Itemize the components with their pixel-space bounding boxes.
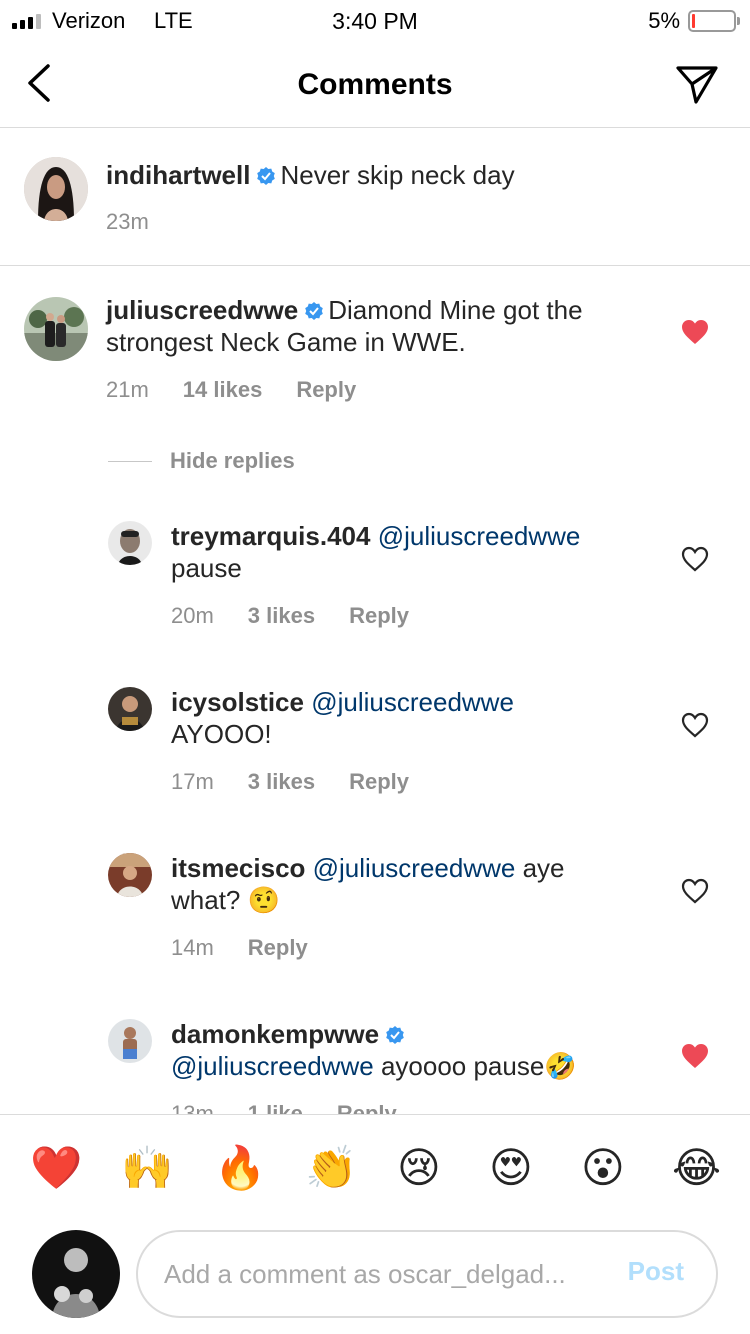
mention-link[interactable]: @juliuscreedwwe xyxy=(171,1051,374,1081)
timestamp: 23m xyxy=(106,209,149,234)
reply-button[interactable]: Reply xyxy=(248,935,308,961)
likes-count[interactable]: 3 likes xyxy=(248,603,315,629)
heart-filled-icon[interactable] xyxy=(681,1043,709,1069)
reply-body: ayoooo pause🤣 xyxy=(380,1051,577,1081)
reply-username[interactable]: treymarquis.404 xyxy=(171,521,370,551)
emoji-fire-button[interactable]: 🔥 xyxy=(214,1143,266,1193)
emoji-clap-button[interactable]: 👏 xyxy=(305,1143,357,1193)
caption-body: Never skip neck day xyxy=(280,160,515,190)
timestamp: 13m xyxy=(171,1101,214,1114)
avatar[interactable] xyxy=(108,1019,152,1063)
likes-count[interactable]: 1 like xyxy=(248,1101,303,1114)
emoji-surprised-button[interactable]: 😮 xyxy=(581,1143,625,1193)
avatar[interactable] xyxy=(108,521,152,565)
timestamp: 21m xyxy=(106,377,149,402)
avatar[interactable] xyxy=(108,687,152,731)
mention-link[interactable]: @juliuscreedwwe xyxy=(378,521,581,551)
avatar[interactable] xyxy=(108,853,152,897)
comment-input-container: Post xyxy=(136,1230,718,1318)
timestamp: 17m xyxy=(171,769,214,794)
caption-text: indihartwell Never skip neck day xyxy=(106,159,515,191)
heart-filled-icon[interactable] xyxy=(681,319,709,345)
heart-outline-icon[interactable] xyxy=(681,712,709,738)
hide-replies-label: Hide replies xyxy=(170,448,295,473)
reply-body-a: aye xyxy=(522,853,565,883)
reply-body: pause xyxy=(171,553,242,583)
verified-badge-icon xyxy=(386,1026,404,1044)
reply-button[interactable]: Reply xyxy=(296,377,356,403)
mention-link[interactable]: @juliuscreedwwe xyxy=(311,687,514,717)
status-bar: Verizon LTE 3:40 PM 5% xyxy=(0,0,750,40)
emoji-tears-of-joy-button[interactable]: 😂 xyxy=(672,1143,721,1193)
emoji-raised-hands-button[interactable]: 🙌 xyxy=(121,1143,173,1193)
mention-link[interactable]: @juliuscreedwwe xyxy=(313,853,516,883)
page-title: Comments xyxy=(297,68,453,101)
nav-bar: Comments xyxy=(0,40,750,128)
verified-badge-icon xyxy=(257,167,276,185)
comments-list[interactable]: juliuscreedwwe Diamond Mine got the stron… xyxy=(0,267,750,1114)
emoji-heart-eyes-button[interactable]: 😍 xyxy=(489,1143,533,1193)
reply-button[interactable]: Reply xyxy=(349,769,409,795)
hide-replies-button[interactable]: Hide replies xyxy=(108,448,295,474)
reply-meta: 14m Reply xyxy=(171,935,308,961)
heart-outline-icon[interactable] xyxy=(681,546,709,572)
reply-username[interactable]: itsmecisco xyxy=(171,853,305,883)
comment-meta: 21m 14 likes Reply xyxy=(106,377,356,403)
timestamp: 14m xyxy=(171,935,214,960)
reply-username[interactable]: damonkempwwe xyxy=(171,1019,379,1049)
reply-meta: 20m 3 likes Reply xyxy=(171,603,409,629)
reply-body: AYOOO! xyxy=(171,719,272,749)
timestamp: 20m xyxy=(171,603,214,628)
verified-badge-icon xyxy=(305,302,323,320)
comment-username[interactable]: juliuscreedwwe xyxy=(106,295,298,325)
comment-input[interactable] xyxy=(164,1254,584,1294)
my-avatar xyxy=(32,1230,120,1318)
battery-percent: 5% xyxy=(648,8,680,33)
comment-body-line1: Diamond Mine got the xyxy=(328,295,583,325)
avatar[interactable] xyxy=(24,297,88,361)
post-button[interactable]: Post xyxy=(628,1256,684,1287)
reply-meta: 13m 1 like Reply xyxy=(171,1101,397,1114)
reply-body-b: what? 🤨 xyxy=(171,885,280,915)
battery-icon xyxy=(688,10,740,32)
reply-meta: 17m 3 likes Reply xyxy=(171,769,409,795)
reply-button[interactable]: Reply xyxy=(349,603,409,629)
caption-username[interactable]: indihartwell xyxy=(106,160,250,190)
emoji-crying-button[interactable]: 😢 xyxy=(397,1143,441,1193)
reply-text: treymarquis.404 @juliuscreedwwe pause xyxy=(171,520,671,584)
reply-text: icysolstice @juliuscreedwwe AYOOO! xyxy=(171,686,671,750)
heart-outline-icon[interactable] xyxy=(681,878,709,904)
comment-composer: Post xyxy=(0,1214,750,1334)
comment-body-line2: strongest Neck Game in WWE. xyxy=(106,327,466,357)
avatar[interactable] xyxy=(24,157,88,221)
send-icon[interactable] xyxy=(674,62,720,106)
likes-count[interactable]: 14 likes xyxy=(183,377,263,403)
likes-count[interactable]: 3 likes xyxy=(248,769,315,795)
reply-text: itsmecisco @juliuscreedwwe aye what? 🤨 xyxy=(171,852,671,916)
comment-text: juliuscreedwwe Diamond Mine got the stron… xyxy=(106,294,666,358)
caption-meta: 23m xyxy=(106,209,149,235)
emoji-heart-button[interactable]: ❤️ xyxy=(30,1143,82,1193)
post-caption: indihartwell Never skip neck day 23m xyxy=(0,129,750,266)
reply-text: damonkempwwe @juliuscreedwwe ayoooo paus… xyxy=(171,1018,671,1082)
status-time: 3:40 PM xyxy=(332,8,418,34)
emoji-quick-bar: ❤️ 🙌 🔥 👏 😢 😍 😮 😂 xyxy=(0,1114,750,1214)
reply-button[interactable]: Reply xyxy=(337,1101,397,1114)
reply-username[interactable]: icysolstice xyxy=(171,687,304,717)
